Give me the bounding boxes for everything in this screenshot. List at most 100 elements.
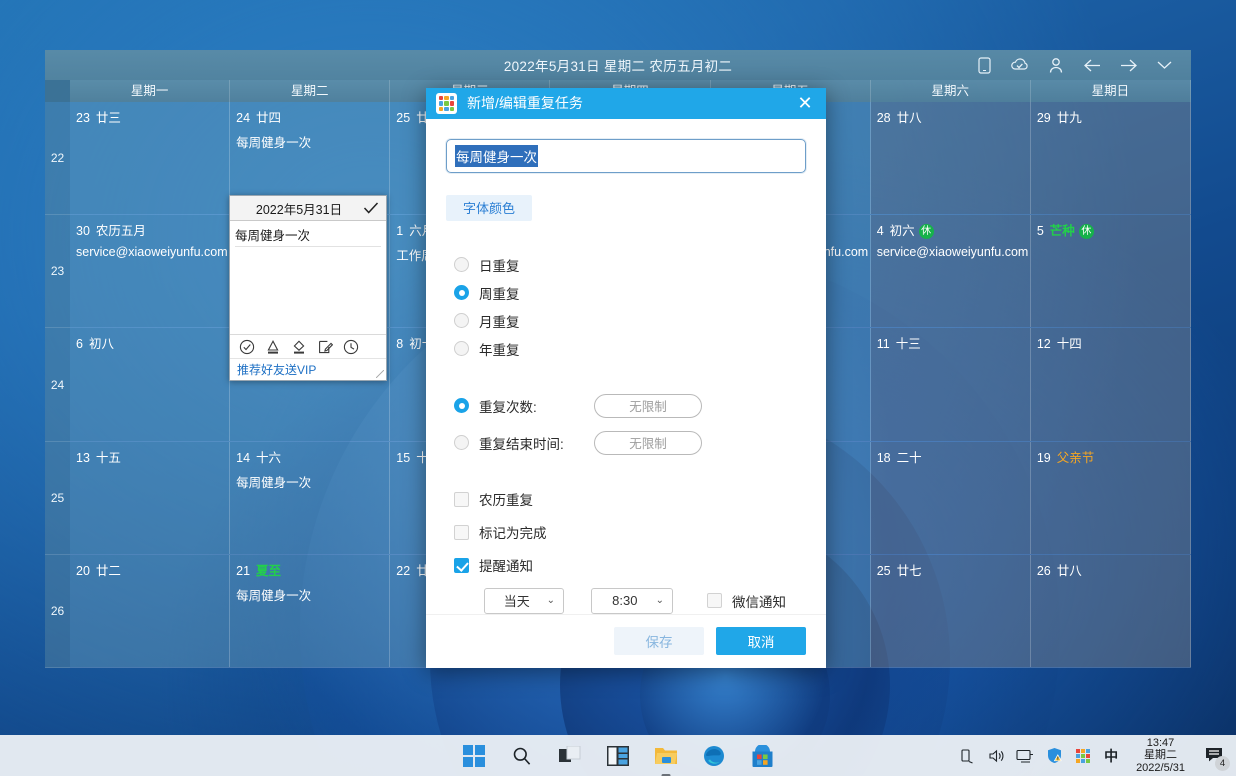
calendar-event[interactable]: 每周健身一次 [236,585,383,604]
calendar-lunar-label: 父亲节 [1057,451,1095,465]
calendar-day-cell[interactable]: 28廿八 [871,102,1031,214]
cancel-button[interactable]: 取消 [716,627,806,655]
calendar-day-cell[interactable]: 4初六休service@xiaoweiyunfu.com [871,215,1031,327]
task-name-input[interactable]: 每周健身一次 [446,139,806,173]
calendar-day-number: 1 [396,224,403,238]
calendar-event[interactable]: service@xiaoweiyunfu.com [76,245,223,259]
reminder-time-select[interactable]: 8:30 ⌄ [591,588,673,614]
calendar-day-number: 12 [1037,337,1051,351]
calendar-day-cell[interactable]: 14十六每周健身一次 [230,442,390,554]
calendar-day-cell[interactable]: 6初八 [70,328,230,440]
calendar-lunar-label: 廿四 [256,111,281,125]
font-color-button[interactable]: 字体颜色 [446,195,532,221]
calendar-day-cell[interactable]: 18二十 [871,442,1031,554]
calendar-day-cell[interactable]: 11十三 [871,328,1031,440]
wechat-notify-label: 微信通知 [732,591,786,611]
repeat-option-row[interactable]: 年重复 [454,335,806,363]
quick-note-toolbar [230,334,386,358]
reminder-day-select[interactable]: 当天 ⌄ [484,588,564,614]
widgets-button[interactable] [605,743,631,769]
edit-note-icon[interactable] [316,338,333,355]
calendar-day-cell[interactable]: 13十五 [70,442,230,554]
highlight-icon[interactable] [290,338,307,355]
repeat-limit-value[interactable]: 无限制 [594,431,702,455]
repeat-option-row[interactable]: 周重复 [454,279,806,307]
task-view-button[interactable] [557,743,583,769]
quick-note-text[interactable]: 每周健身一次 [235,225,381,247]
option-checkbox-row[interactable]: 标记为完成 [454,516,806,549]
save-button[interactable]: 保存 [614,627,704,655]
close-icon[interactable]: ✕ [790,88,820,118]
reminder-time-value: 8:30 [600,593,650,608]
start-button[interactable] [461,743,487,769]
calendar-day-header: 6初八 [76,333,223,352]
repeat-option-row[interactable]: 月重复 [454,307,806,335]
resize-grip[interactable] [376,370,384,378]
option-checkbox-row[interactable]: 提醒通知 [454,549,806,582]
calendar-day-number: 28 [877,111,891,125]
calendar-event[interactable]: 每周健身一次 [236,132,383,151]
notification-button[interactable]: 4 [1202,743,1228,769]
calendar-lunar-label: 廿三 [96,111,121,125]
calendar-event[interactable]: 每周健身一次 [236,472,383,491]
forward-arrow-icon[interactable] [1117,54,1139,76]
calendar-day-cell[interactable]: 26廿八 [1031,555,1191,667]
store-button[interactable] [749,743,775,769]
calendar-day-header: 13十五 [76,447,223,466]
calendar-day-cell[interactable]: 23廿三 [70,102,230,214]
calendar-day-cell[interactable]: 20 廿二 [70,555,230,667]
calendar-day-header: 11十三 [877,333,1024,352]
search-button[interactable] [509,743,535,769]
calendar-day-cell[interactable]: 25廿七 [871,555,1031,667]
repeat-limit-value[interactable]: 无限制 [594,394,702,418]
calendar-day-number: 15 [396,451,410,465]
calendar-day-cell[interactable]: 5芒种休 [1031,215,1191,327]
calendar-lunar-label: 十五 [96,451,121,465]
edge-button[interactable] [701,743,727,769]
back-arrow-icon[interactable] [1081,54,1103,76]
calendar-lunar-label: 廿九 [1057,111,1082,125]
calendar-day-header: 18二十 [877,447,1024,466]
option-checkbox-row[interactable]: 农历重复 [454,483,806,516]
calendar-day-number: 21 [236,564,250,578]
account-icon[interactable] [1045,54,1067,76]
quick-note-date: 2022年5月31日 [236,199,362,218]
repeat-option-row[interactable]: 日重复 [454,251,806,279]
calendar-event[interactable]: service@xiaoweiyunfu.com [877,245,1024,259]
radio-button [454,435,469,450]
check-icon[interactable] [362,201,380,215]
calendar-day-header: 21夏至 [236,560,383,579]
wechat-notify-checkbox[interactable]: 微信通知 [707,591,786,611]
cloud-sync-icon[interactable] [1009,54,1031,76]
chevron-down-icon[interactable] [1153,54,1175,76]
recommend-vip-link[interactable]: 推荐好友送VIP [237,361,316,378]
calendar-day-cell[interactable]: 21夏至每周健身一次 [230,555,390,667]
repeat-limit-row[interactable]: 重复次数:无限制 [454,391,806,421]
calendar-day-number: 6 [76,337,83,351]
rest-day-badge: 休 [919,224,934,239]
calendar-day-cell[interactable]: 29廿九 [1031,102,1191,214]
calendar-day-header: 23廿三 [76,107,223,126]
calendar-day-number: 20 [76,564,90,578]
week-number: 24 [45,328,70,441]
radio-button [454,398,469,413]
week-number-header-spacer [45,80,70,102]
calendar-day-cell[interactable]: 19父亲节 [1031,442,1191,554]
quick-note-body[interactable]: 每周健身一次 [230,221,386,334]
calendar-day-cell[interactable]: 30农历五月service@xiaoweiyunfu.com [70,215,230,327]
reminder-clock-icon[interactable] [342,338,359,355]
calendar-lunar-label: 十三 [896,337,921,351]
font-color-icon[interactable] [264,338,281,355]
notification-count-badge: 4 [1215,756,1230,771]
calendar-lunar-label: 廿二 [96,564,121,578]
mobile-icon[interactable] [973,54,995,76]
calendar-day-cell[interactable]: 12十四 [1031,328,1191,440]
radio-button [454,313,469,328]
file-explorer-button[interactable] [653,743,679,769]
complete-icon[interactable] [238,338,255,355]
repeat-limit-row[interactable]: 重复结束时间:无限制 [454,428,806,458]
calendar-day-number: 8 [396,337,403,351]
week-number: 26 [45,555,70,668]
calendar-day-header: 12十四 [1037,333,1184,352]
repeat-option-label: 年重复 [479,339,520,359]
